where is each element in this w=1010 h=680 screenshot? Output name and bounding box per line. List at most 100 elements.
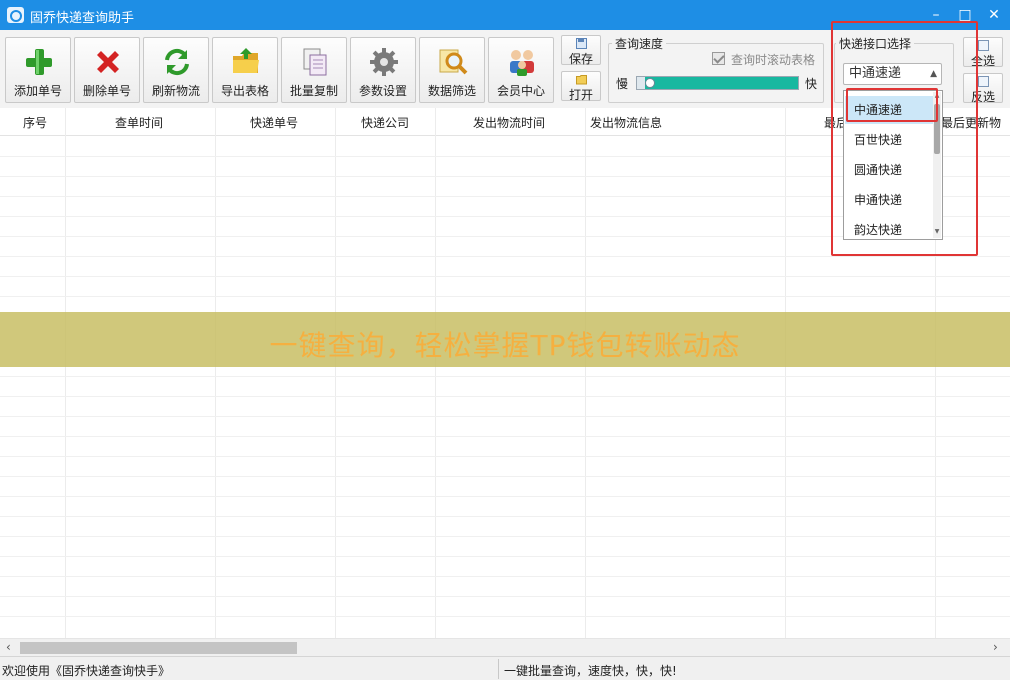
export-folder-icon bbox=[233, 48, 259, 73]
row-divider bbox=[0, 276, 1010, 277]
batch-copy-button[interactable]: 批量复制 bbox=[281, 37, 347, 103]
row-divider bbox=[0, 396, 1010, 397]
status-slogan-text: 一键批量查询，速度快，快，快! bbox=[504, 664, 677, 678]
row-divider bbox=[0, 536, 1010, 537]
column-header-query-time[interactable]: 查单时间 bbox=[115, 114, 163, 131]
column-header-courier[interactable]: 快递公司 bbox=[361, 114, 409, 131]
member-center-button[interactable]: 会员中心 bbox=[488, 37, 554, 103]
add-tracking-button[interactable]: 添加单号 bbox=[5, 37, 71, 103]
courier-select-combobox[interactable]: 中通速递 ▲ bbox=[843, 63, 942, 85]
invert-selection-button[interactable]: 反选 bbox=[963, 73, 1003, 104]
row-divider bbox=[0, 476, 1010, 477]
scroll-table-label: 查询时滚动表格 bbox=[731, 53, 816, 67]
horizontal-scrollbar[interactable]: ‹ › bbox=[0, 638, 1010, 656]
data-filter-label: 数据筛选 bbox=[427, 84, 476, 98]
gear-icon bbox=[370, 48, 398, 76]
invert-selection-icon bbox=[978, 76, 989, 87]
column-header-send-info[interactable]: 发出物流信息 bbox=[590, 114, 662, 131]
row-divider bbox=[0, 456, 1010, 457]
refresh-logistics-label: 刷新物流 bbox=[151, 84, 200, 98]
courier-option[interactable]: 中通速递 bbox=[845, 96, 935, 124]
close-button[interactable]: ✕ bbox=[980, 2, 1008, 28]
promo-banner-text: 一键查询，轻松掌握TP钱包转账动态 bbox=[269, 329, 741, 362]
query-speed-title: 查询速度 bbox=[612, 35, 667, 52]
scroll-left-icon[interactable]: ‹ bbox=[6, 640, 11, 654]
window-title: 固乔快递查询助手 bbox=[30, 11, 135, 26]
courier-select-title: 快递接口选择 bbox=[836, 35, 915, 52]
speed-slider-fill bbox=[637, 77, 798, 89]
promo-banner: 一键查询，轻松掌握TP钱包转账动态 bbox=[0, 312, 1010, 367]
row-divider bbox=[0, 496, 1010, 497]
select-all-button[interactable]: 全选 bbox=[963, 37, 1003, 68]
save-button[interactable]: 保存 bbox=[561, 35, 601, 66]
magnifier-icon bbox=[439, 49, 468, 75]
batch-copy-label: 批量复制 bbox=[289, 84, 338, 98]
copy-icon bbox=[303, 48, 327, 76]
dropdown-scroll-thumb[interactable] bbox=[934, 104, 940, 154]
courier-option[interactable]: 申通快递 bbox=[845, 186, 935, 214]
plus-icon bbox=[26, 49, 52, 75]
select-all-icon bbox=[978, 40, 989, 51]
dropdown-scrollbar[interactable]: ▲ ▼ bbox=[933, 92, 941, 238]
column-header-tracking-number[interactable]: 快递单号 bbox=[250, 114, 298, 131]
scroll-up-icon[interactable]: ▲ bbox=[933, 92, 941, 99]
chevron-up-icon: ▲ bbox=[930, 69, 937, 79]
refresh-logistics-button[interactable]: 刷新物流 bbox=[143, 37, 209, 103]
column-header-index[interactable]: 序号 bbox=[23, 114, 47, 131]
speed-slider-thumb[interactable] bbox=[645, 78, 655, 88]
scroll-down-icon[interactable]: ▼ bbox=[933, 228, 941, 235]
row-divider bbox=[0, 576, 1010, 577]
title-bar: 固乔快递查询助手 – □ ✕ bbox=[0, 0, 1010, 30]
data-filter-button[interactable]: 数据筛选 bbox=[419, 37, 485, 103]
open-label: 打开 bbox=[568, 88, 593, 102]
member-center-label: 会员中心 bbox=[496, 84, 545, 98]
status-divider bbox=[498, 659, 499, 679]
fast-label: 快 bbox=[805, 77, 818, 91]
export-table-label: 导出表格 bbox=[220, 84, 269, 98]
scroll-table-checkbox[interactable] bbox=[712, 52, 725, 65]
column-header-send-time[interactable]: 发出物流时间 bbox=[473, 114, 545, 131]
row-divider bbox=[0, 616, 1010, 617]
row-divider bbox=[0, 376, 1010, 377]
column-divider bbox=[215, 108, 216, 638]
settings-button[interactable]: 参数设置 bbox=[350, 37, 416, 103]
save-label: 保存 bbox=[568, 52, 593, 66]
minimize-button[interactable]: – bbox=[922, 2, 950, 28]
horizontal-scroll-thumb[interactable] bbox=[20, 642, 297, 654]
delete-tracking-button[interactable]: 删除单号 bbox=[74, 37, 140, 103]
courier-option[interactable]: 圆通快递 bbox=[845, 156, 935, 184]
save-icon bbox=[576, 38, 587, 49]
courier-option[interactable]: 韵达快递 bbox=[845, 216, 935, 244]
members-icon bbox=[510, 50, 534, 76]
speed-slider-track[interactable] bbox=[636, 76, 799, 90]
add-tracking-label: 添加单号 bbox=[13, 84, 62, 98]
maximize-button[interactable]: □ bbox=[951, 2, 979, 28]
invert-selection-label: 反选 bbox=[970, 90, 995, 104]
courier-dropdown-list[interactable]: 中通速递 百世快递 圆通快递 申通快递 韵达快递 ▲ ▼ bbox=[843, 90, 943, 240]
select-all-label: 全选 bbox=[970, 54, 995, 68]
row-divider bbox=[0, 436, 1010, 437]
delete-x-icon bbox=[97, 51, 119, 73]
row-divider bbox=[0, 296, 1010, 297]
delete-tracking-label: 删除单号 bbox=[82, 84, 131, 98]
column-divider bbox=[785, 108, 786, 638]
open-button[interactable]: 打开 bbox=[561, 71, 601, 102]
scroll-right-icon[interactable]: › bbox=[993, 640, 998, 654]
row-divider bbox=[0, 556, 1010, 557]
slow-label: 慢 bbox=[616, 77, 629, 91]
column-divider bbox=[435, 108, 436, 638]
export-table-button[interactable]: 导出表格 bbox=[212, 37, 278, 103]
courier-option[interactable]: 百世快递 bbox=[845, 126, 935, 154]
app-logo-icon bbox=[7, 7, 24, 23]
status-bar: 欢迎使用《固乔快递查询快手》 一键批量查询，速度快，快，快! bbox=[0, 656, 1010, 680]
column-divider bbox=[585, 108, 586, 638]
row-divider bbox=[0, 596, 1010, 597]
status-welcome-text: 欢迎使用《固乔快递查询快手》 bbox=[2, 664, 171, 678]
column-header-last-update[interactable]: 最后更新物 bbox=[941, 114, 1001, 131]
open-folder-icon bbox=[576, 75, 587, 85]
column-divider bbox=[335, 108, 336, 638]
refresh-icon bbox=[165, 48, 189, 76]
courier-select-value: 中通速递 bbox=[849, 66, 902, 81]
column-divider bbox=[65, 108, 66, 638]
row-divider bbox=[0, 256, 1010, 257]
